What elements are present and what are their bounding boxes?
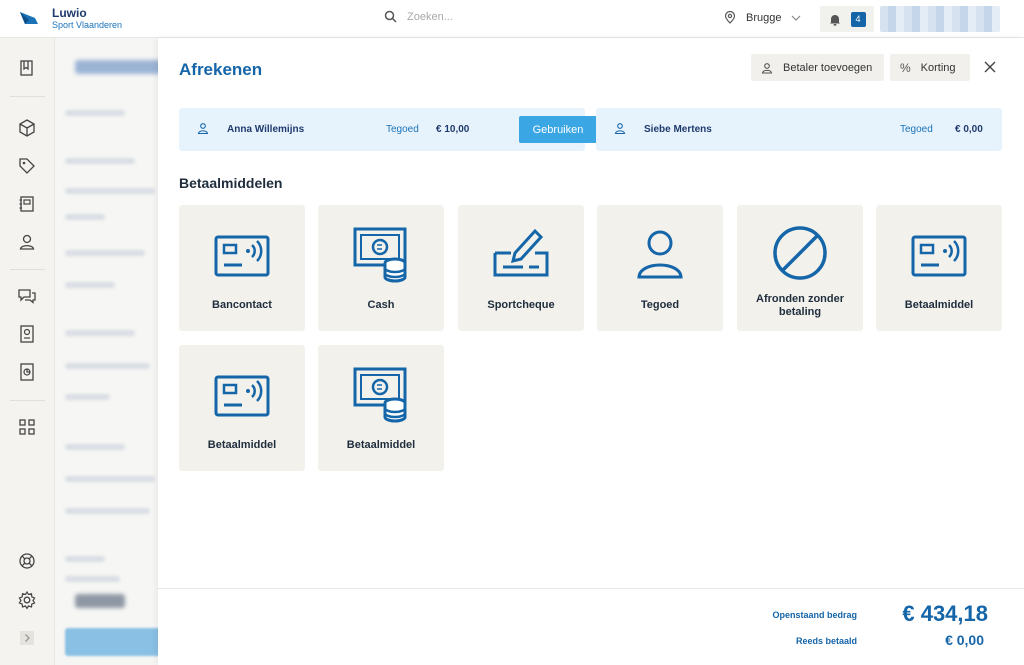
credit-amount: € 10,00 (436, 124, 470, 135)
checkout-footer: Openstaand bedrag € 434,18 Reeds betaald… (158, 588, 1024, 665)
card-contactless-icon (214, 375, 270, 417)
tag-icon[interactable] (17, 156, 37, 176)
payer-name: Anna Willemijns (227, 124, 305, 135)
outstanding-amount-value: € 434,18 (902, 601, 988, 626)
close-button[interactable] (980, 57, 1000, 77)
notifications-button[interactable]: 4 (820, 6, 874, 32)
payment-method-label: Cash (367, 299, 395, 311)
sidebar (0, 38, 55, 665)
payment-method-label: Betaalmiddel (207, 439, 277, 451)
already-paid-value: € 0,00 (945, 632, 984, 648)
payment-method-tile[interactable]: Betaalmiddel (179, 345, 305, 471)
add-payer-label: Betaler toevoegen (783, 61, 873, 74)
cash-coins-icon (353, 367, 407, 423)
expand-sidebar-icon[interactable] (17, 628, 37, 648)
payment-methods-title: Betaalmiddelen (179, 175, 283, 191)
checkout-panel: Afrekenen Betaler toevoegen % Korting An… (158, 38, 1024, 665)
outstanding-amount-label: Openstaand bedrag (772, 610, 857, 620)
search-bar[interactable]: Zoeken... (384, 10, 453, 23)
credit-amount: € 0,00 (955, 124, 983, 135)
payment-method-tile[interactable]: Tegoed (597, 205, 723, 331)
user-icon (614, 123, 626, 135)
card-contactless-icon (911, 235, 967, 277)
payment-method-label: Betaalmiddel (346, 439, 416, 451)
discount-label: Korting (920, 61, 956, 74)
luwio-logo-icon (20, 11, 38, 24)
user-icon (197, 123, 209, 135)
payment-method-label: Afronden zonder betaling (756, 293, 844, 318)
payment-method-tile[interactable]: Sportcheque (458, 205, 584, 331)
bookmark-pages-icon[interactable] (17, 58, 37, 78)
location-selector[interactable]: Brugge (724, 11, 801, 24)
percent-icon: % (900, 60, 911, 75)
search-icon (384, 10, 397, 23)
payer-name: Siebe Mertens (644, 124, 712, 135)
cash-coins-icon (353, 227, 407, 283)
payment-method-tile[interactable]: Bancontact (179, 205, 305, 331)
user-menu[interactable] (880, 6, 1000, 32)
credit-label: Tegoed (900, 124, 933, 135)
top-bar: Luwio Sport Vlaanderen Zoeken... Brugge … (0, 0, 1024, 38)
payment-method-tile[interactable]: Betaalmiddel (876, 205, 1002, 331)
payment-method-tile[interactable]: Cash (318, 205, 444, 331)
help-lifebuoy-icon[interactable] (17, 551, 37, 571)
payer-card: Siebe Mertens Tegoed € 0,00 (596, 108, 1002, 151)
close-icon (984, 61, 996, 73)
gear-icon[interactable] (17, 590, 37, 610)
credit-label: Tegoed (386, 124, 419, 135)
discount-button[interactable]: % Korting (890, 54, 970, 81)
no-payment-icon (773, 226, 827, 280)
use-credit-button[interactable]: Gebruiken (519, 116, 597, 143)
notebook-icon[interactable] (17, 194, 37, 214)
bell-icon (829, 14, 840, 26)
already-paid-label: Reeds betaald (795, 636, 857, 646)
report-icon[interactable] (17, 362, 37, 382)
app-name: Luwio (52, 6, 87, 20)
background-page (55, 38, 158, 665)
payment-method-tile[interactable]: Betaalmiddel (318, 345, 444, 471)
chevron-down-icon (792, 15, 801, 21)
location-pin-icon (724, 11, 736, 24)
add-payer-button[interactable]: Betaler toevoegen (751, 54, 884, 81)
certificate-icon[interactable] (17, 324, 37, 344)
payer-card: Anna Willemijns Tegoed € 10,00 Gebruiken (179, 108, 597, 151)
location-value: Brugge (746, 11, 782, 24)
chat-icon[interactable] (17, 286, 37, 306)
app-subtitle: Sport Vlaanderen (52, 20, 123, 30)
payment-method-label: Betaalmiddel (904, 299, 974, 311)
user-icon (637, 230, 683, 279)
apps-grid-icon[interactable] (17, 417, 37, 437)
search-input[interactable]: Zoeken... (407, 11, 453, 23)
user-icon[interactable] (17, 232, 37, 252)
cheque-pen-icon (493, 228, 549, 277)
payment-method-tile[interactable]: Afronden zonder betaling (737, 205, 863, 331)
card-contactless-icon (214, 235, 270, 277)
payment-method-label: Bancontact (212, 299, 272, 311)
notification-count-badge: 4 (850, 11, 866, 27)
panel-title: Afrekenen (179, 60, 263, 79)
payment-method-label: Tegoed (640, 299, 680, 311)
payment-method-label: Sportcheque (487, 299, 555, 311)
app-logo[interactable]: Luwio Sport Vlaanderen (0, 7, 200, 30)
box-icon[interactable] (17, 118, 37, 138)
user-icon (761, 62, 773, 74)
